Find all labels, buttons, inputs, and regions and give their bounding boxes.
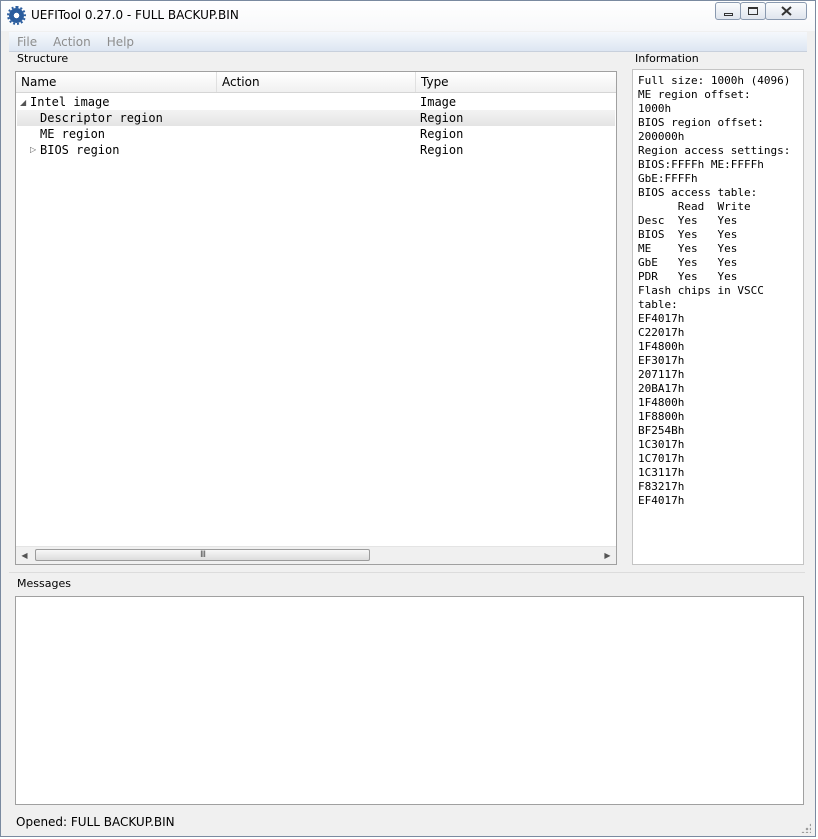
window-title: UEFITool 0.27.0 - FULL BACKUP.BIN	[31, 8, 239, 22]
info-line: BIOS:FFFFh ME:FFFFh	[638, 158, 764, 171]
tree-cell-name: Intel image	[30, 95, 110, 109]
tree-cell-type: Region	[420, 127, 464, 141]
tree-header: Name Action Type	[16, 72, 616, 93]
tree-cell-type: Image	[420, 95, 457, 109]
tree-row-bios-region[interactable]: ▷ BIOS region Region	[17, 142, 615, 158]
info-line: Full size: 1000h (4096)	[638, 74, 791, 87]
scrollbar-thumb[interactable]: III	[35, 549, 370, 561]
structure-tree[interactable]: Name Action Type ◢ Intel image Image Des…	[15, 71, 617, 565]
info-line: Desc Yes Yes	[638, 214, 738, 227]
info-line: GbE:FFFFh	[638, 172, 698, 185]
info-line: table:	[638, 298, 678, 311]
info-line: 1F4800h	[638, 340, 685, 353]
info-line: ME Yes Yes	[638, 242, 738, 255]
info-line: BF254Bh	[638, 424, 685, 437]
info-line: 1C7017h	[638, 452, 685, 465]
column-header-name[interactable]: Name	[16, 72, 217, 92]
resize-grip-icon[interactable]	[801, 823, 811, 833]
info-line: EF3017h	[638, 354, 685, 367]
info-line: Flash chips in VSCC	[638, 284, 764, 297]
tree-cell-type: Region	[420, 111, 464, 125]
info-line: ME region offset:	[638, 88, 751, 101]
tree-cell-name: BIOS region	[40, 143, 120, 157]
structure-label: Structure	[17, 52, 69, 65]
info-line: EF4017h	[638, 494, 685, 507]
info-line: BIOS region offset:	[638, 116, 764, 129]
menu-file[interactable]: File	[9, 35, 45, 49]
scroll-left-arrow-icon[interactable]: ◀	[16, 547, 33, 563]
minimize-icon	[723, 12, 733, 16]
caption-buttons	[715, 2, 807, 20]
close-icon	[780, 6, 792, 16]
status-text: Opened: FULL BACKUP.BIN	[16, 815, 175, 829]
tree-cell-name: ME region	[40, 127, 106, 141]
information-label: Information	[635, 52, 699, 65]
info-line: 200000h	[638, 130, 685, 143]
info-line: 1C3017h	[638, 438, 685, 451]
messages-label: Messages	[17, 577, 71, 590]
scrollbar-grip: III	[200, 550, 206, 560]
scroll-right-arrow-icon[interactable]: ▶	[599, 547, 616, 563]
column-header-type[interactable]: Type	[416, 72, 616, 92]
info-line: BIOS access table:	[638, 186, 758, 199]
info-line: 1F8800h	[638, 410, 685, 423]
info-line: PDR Yes Yes	[638, 270, 738, 283]
status-bar: Opened: FULL BACKUP.BIN	[1, 811, 815, 837]
menu-help[interactable]: Help	[99, 35, 142, 49]
menu-bar: File Action Help	[9, 32, 807, 52]
menu-action[interactable]: Action	[45, 35, 99, 49]
minimize-button[interactable]	[715, 2, 741, 20]
splitter-handle[interactable]	[9, 572, 805, 577]
messages-list[interactable]	[15, 596, 804, 805]
info-line: Read Write	[638, 200, 751, 213]
info-line: Region access settings:	[638, 144, 791, 157]
collapsed-arrow-icon[interactable]: ▷	[30, 142, 36, 158]
tree-cell-type: Region	[420, 143, 464, 157]
column-header-action[interactable]: Action	[217, 72, 416, 92]
tree-row-intel-image[interactable]: ◢ Intel image Image	[17, 94, 615, 110]
info-line: 1C3117h	[638, 466, 685, 479]
info-line: EF4017h	[638, 312, 685, 325]
horizontal-scrollbar[interactable]: ◀ III ▶	[16, 546, 616, 564]
tree-cell-name: Descriptor region	[40, 111, 163, 125]
information-text[interactable]: Full size: 1000h (4096) ME region offset:…	[632, 69, 804, 565]
tree-row-me-region[interactable]: ME region Region	[17, 126, 615, 142]
info-line: 20BA17h	[638, 382, 685, 395]
info-line: 1000h	[638, 102, 672, 115]
close-button[interactable]	[765, 2, 807, 20]
main-window: UEFITool 0.27.0 - FULL BACKUP.BIN File A…	[0, 0, 816, 837]
info-line: F83217h	[638, 480, 685, 493]
info-line: BIOS Yes Yes	[638, 228, 738, 241]
title-bar[interactable]: UEFITool 0.27.0 - FULL BACKUP.BIN	[1, 1, 815, 31]
uefitool-app-icon	[7, 6, 26, 25]
maximize-button[interactable]	[740, 2, 766, 20]
info-line: 207117h	[638, 368, 685, 381]
tree-row-descriptor-region[interactable]: Descriptor region Region	[17, 110, 615, 126]
expanded-arrow-icon[interactable]: ◢	[20, 95, 26, 111]
maximize-icon	[748, 7, 758, 15]
info-line: 1F4800h	[638, 396, 685, 409]
info-line: GbE Yes Yes	[638, 256, 738, 269]
info-line: C22017h	[638, 326, 685, 339]
